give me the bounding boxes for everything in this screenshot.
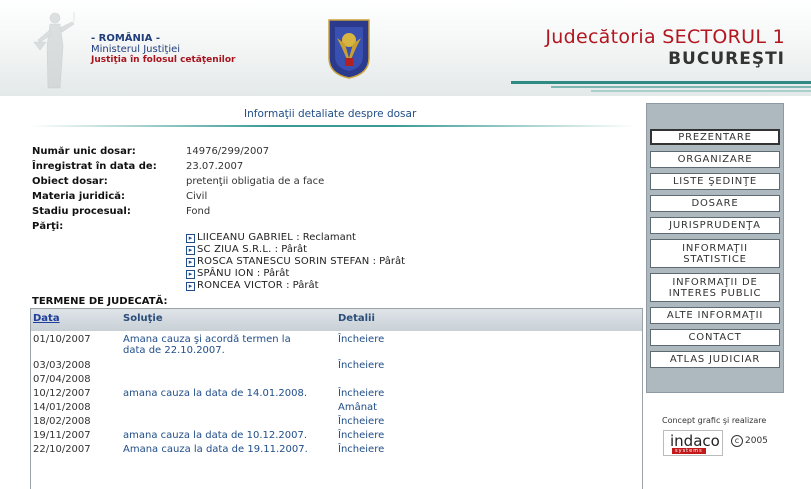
row-detalii[interactable]: Amânat: [338, 402, 377, 413]
hearings-header-row: Data Soluţie Detalii: [31, 309, 642, 331]
copyright-year: 2005: [745, 436, 768, 446]
row-date: 19/11/2007: [33, 430, 91, 441]
row-solutie: amana cauza la data de 14.01.2008.: [123, 388, 308, 399]
party-role: Reclamant: [302, 232, 356, 243]
party-role: Pârât: [379, 256, 406, 267]
row-detalii[interactable]: Încheiere: [338, 416, 384, 427]
arrow-right-icon: ▸: [186, 258, 195, 267]
arrow-right-icon: ▸: [186, 234, 195, 243]
row-date: 18/02/2008: [33, 416, 91, 427]
hearings-table: Data Soluţie Detalii 01/10/2007 Amana ca…: [30, 308, 643, 489]
sidebar-item-atlas-judiciar[interactable]: ATLAS JUDICIAR: [650, 351, 780, 368]
inregistrat-label: Înregistrat în data de:: [32, 161, 157, 172]
materia-label: Materia juridică:: [32, 191, 126, 202]
row-detalii[interactable]: Încheiere: [338, 430, 384, 441]
motto-label: Justiţia în folosul cetăţenilor: [91, 55, 236, 65]
court-name: Judecătoria SECTORUL 1: [545, 26, 785, 48]
row-date: 03/03/2008: [33, 360, 91, 371]
stadiu-value: Fond: [186, 206, 211, 217]
party-role: Pârât: [263, 268, 290, 279]
party-name: RONCEA VICTOR: [197, 280, 283, 291]
materia-value: Civil: [186, 191, 208, 202]
sidebar-item-informatii-statistice[interactable]: INFORMAŢII STATISTICE: [650, 239, 780, 268]
row-detalii[interactable]: Încheiere: [338, 360, 384, 371]
obiect-label: Obiect dosar:: [32, 176, 108, 187]
party-name: SC ZIUA S.R.L.: [197, 244, 272, 255]
arrow-right-icon: ▸: [186, 270, 195, 279]
credit-text: Concept grafic şi realizare: [662, 416, 767, 425]
indaco-logo[interactable]: indaco systems: [663, 430, 723, 456]
copyright-icon: c: [731, 435, 743, 447]
sidebar-item-contact[interactable]: CONTACT: [650, 329, 780, 346]
sidebar-menu: PREZENTARE ORGANIZARE LISTE ŞEDINŢE DOSA…: [646, 103, 784, 393]
obiect-value: pretenţii obligatia de a face: [186, 176, 325, 187]
party-name: ROSCA STANESCU SORIN STEFAN: [197, 256, 370, 267]
sidebar-item-informatii-interes-public[interactable]: INFORMAŢII DE INTERES PUBLIC: [650, 273, 780, 302]
row-date: 22/10/2007: [33, 444, 91, 455]
termene-title: TERMENE DE JUDECATĂ:: [32, 296, 168, 307]
header-decor-lines: [511, 81, 811, 92]
copyright: c 2005: [731, 435, 768, 447]
sidebar-item-prezentare[interactable]: PREZENTARE: [650, 129, 780, 145]
parti-label: Părţi:: [32, 221, 64, 232]
sidebar-item-label: INTERES PUBLIC: [668, 287, 762, 299]
numar-label: Număr unic dosar:: [32, 146, 136, 157]
row-date: 14/01/2008: [33, 402, 91, 413]
party-role: Pârât: [281, 244, 308, 255]
row-detalii[interactable]: Încheiere: [338, 444, 384, 455]
sidebar-item-liste-sedinte[interactable]: LISTE ŞEDINŢE: [650, 173, 780, 190]
court-emblem-icon: [328, 19, 370, 79]
court-city: BUCUREŞTI: [668, 49, 785, 69]
party-name: LIICEANU GABRIEL: [197, 232, 294, 243]
stadiu-label: Stadiu procesual:: [32, 206, 131, 217]
ministry-label: Ministerul Justiţiei: [91, 44, 181, 55]
sidebar-item-dosare[interactable]: DOSARE: [650, 195, 780, 212]
party-item[interactable]: ▸ SC ZIUA S.R.L. : Pârât: [186, 244, 307, 256]
arrow-right-icon: ▸: [186, 246, 195, 255]
site-header: - ROMÂNIA - Ministerul Justiţiei Justiţi…: [0, 0, 811, 96]
row-solutie-cont: data de 22.10.2007.: [123, 345, 225, 356]
country-label: ROMÂNIA: [98, 33, 153, 44]
sidebar-item-label: INFORMAŢII DE: [672, 276, 758, 288]
party-item[interactable]: ▸ ROSCA STANESCU SORIN STEFAN : Pârât: [186, 256, 405, 268]
party-name: SPÂNU ION: [197, 268, 254, 279]
sidebar-item-jurisprudenta[interactable]: JURISPRUDENŢA: [650, 217, 780, 234]
title-divider: [30, 125, 635, 127]
party-item[interactable]: ▸ SPÂNU ION : Pârât: [186, 268, 289, 280]
row-detalii[interactable]: Încheiere: [338, 388, 384, 399]
column-header-detalii: Detalii: [338, 313, 375, 324]
sidebar-item-alte-informatii[interactable]: ALTE INFORMAŢII: [650, 307, 780, 324]
column-header-data[interactable]: Data: [33, 313, 60, 324]
logo-subtext: systems: [672, 448, 706, 454]
party-role: Pârât: [292, 280, 319, 291]
party-item[interactable]: ▸ RONCEA VICTOR : Pârât: [186, 280, 319, 292]
party-item[interactable]: ▸ LIICEANU GABRIEL : Reclamant: [186, 232, 356, 244]
row-date: 07/04/2008: [33, 374, 91, 385]
page-title: Informaţii detaliate despre dosar: [244, 108, 417, 120]
row-solutie: Amana cauza la data de 19.11.2007.: [123, 444, 308, 455]
row-date: 01/10/2007: [33, 334, 91, 345]
ministry-block: - ROMÂNIA - Ministerul Justiţiei Justiţi…: [91, 33, 236, 65]
numar-value: 14976/299/2007: [186, 146, 270, 157]
sidebar-item-organizare[interactable]: ORGANIZARE: [650, 151, 780, 168]
sidebar-item-label: INFORMAŢII: [682, 242, 748, 254]
row-date: 10/12/2007: [33, 388, 91, 399]
row-detalii[interactable]: Încheiere: [338, 334, 384, 345]
arrow-right-icon: ▸: [186, 282, 195, 291]
inregistrat-value: 23.07.2007: [186, 161, 244, 172]
column-header-solutie: Soluţie: [123, 313, 163, 324]
row-solutie: amana cauza la data de 10.12.2007.: [123, 430, 308, 441]
justice-statue-icon: [33, 12, 75, 89]
row-solutie: Amana cauza şi acordă termen la: [123, 334, 291, 345]
sidebar-item-label: STATISTICE: [683, 253, 747, 265]
